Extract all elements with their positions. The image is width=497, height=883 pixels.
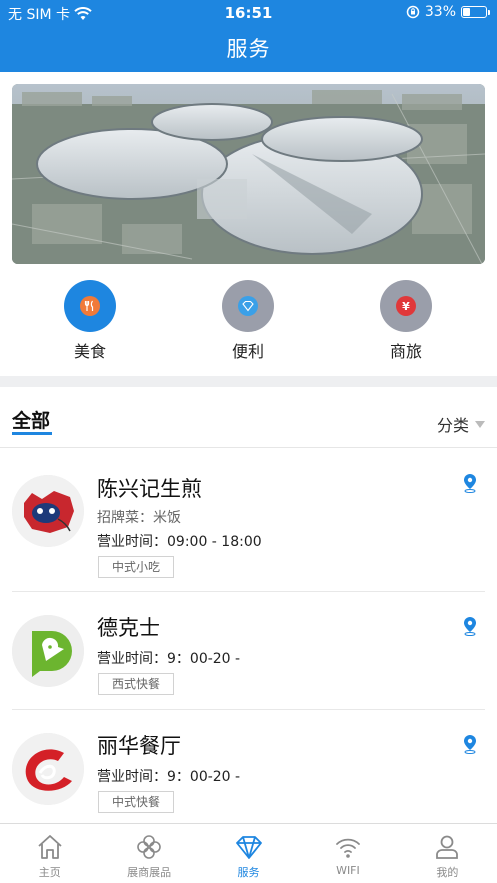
classify-dropdown[interactable]: 分类 [437, 412, 485, 436]
section-divider [0, 376, 497, 387]
location-pin-icon[interactable] [463, 473, 477, 493]
tab-label: WIFI [336, 864, 360, 877]
cuisine-tag: 中式快餐 [98, 791, 175, 813]
battery-icon [461, 6, 490, 18]
restaurant-name: 德克士 [97, 616, 160, 640]
battery-fill [463, 8, 470, 16]
business-hours: 营业时间：09:00 - 18:00 [97, 534, 262, 550]
bottom-tab-bar: 主页 展商展品 服务 WIFI 我的 [0, 823, 497, 883]
tab-service[interactable]: 服务 [199, 824, 298, 883]
yen-icon: ¥ [396, 296, 416, 316]
category-travel[interactable]: ¥ 商旅 [356, 280, 456, 362]
banner-image[interactable] [12, 84, 485, 264]
tab-all-underline [12, 432, 52, 435]
cat-circle-food [64, 280, 116, 332]
cuisine-tag: 中式小吃 [98, 556, 175, 578]
business-hours: 营业时间：9：00-20 - [97, 769, 241, 785]
page-title: 服务 [226, 37, 271, 61]
category-label: 商旅 [389, 342, 422, 361]
tab-label: 服务 [237, 866, 260, 879]
tab-exhibitors[interactable]: 展商展品 [99, 824, 198, 883]
chevron-down-icon [475, 420, 485, 428]
restaurant-name: 陈兴记生煎 [97, 477, 202, 501]
cat-circle-travel: ¥ [380, 280, 432, 332]
category-convenience[interactable]: 便利 [198, 280, 298, 362]
battery-percent: 33% [424, 4, 456, 20]
pig-logo-icon [12, 475, 84, 547]
filter-row: 全部 分类 [0, 398, 497, 448]
cat-circle-convenience [222, 280, 274, 332]
top-bar: 无 SIM 卡 16:51 33% 服务 [0, 0, 497, 72]
list-item[interactable]: 丽华餐厅 营业时间：9：00-20 - 中式快餐 [12, 710, 485, 828]
dicos-logo-icon [12, 615, 84, 687]
lihua-logo-icon [12, 733, 84, 805]
cuisine-tag: 西式快餐 [98, 673, 175, 695]
restaurant-logo [12, 615, 84, 687]
tab-mine[interactable]: 我的 [398, 824, 497, 883]
fork-knife-icon [80, 296, 100, 316]
location-pin-icon[interactable] [463, 616, 477, 636]
classify-label: 分类 [436, 416, 469, 435]
category-row: 美食 便利 ¥ 商旅 [0, 280, 497, 364]
tab-all[interactable]: 全部 [12, 406, 50, 433]
status-bar: 无 SIM 卡 16:51 33% [0, 0, 497, 26]
restaurant-name: 丽华餐厅 [97, 734, 181, 758]
wifi-icon [336, 838, 360, 858]
user-icon [436, 835, 459, 859]
flower-icon [137, 835, 161, 859]
tab-label: 主页 [38, 866, 61, 879]
category-label: 便利 [231, 342, 264, 361]
tab-wifi[interactable]: WIFI [298, 824, 397, 883]
category-food[interactable]: 美食 [40, 280, 140, 362]
business-hours: 营业时间：9：00-20 - [97, 651, 241, 667]
status-right: 33% [406, 4, 490, 20]
tab-label: 我的 [436, 866, 459, 879]
restaurant-logo [12, 475, 84, 547]
signature-dish: 招牌菜：米饭 [97, 510, 181, 526]
exhibition-center-photo [12, 84, 485, 264]
category-label: 美食 [73, 342, 106, 361]
tab-home[interactable]: 主页 [0, 824, 99, 883]
tab-label: 展商展品 [127, 866, 172, 879]
diamond-icon [235, 836, 262, 859]
home-icon [38, 835, 62, 859]
list-item[interactable]: 陈兴记生煎 招牌菜：米饭 营业时间：09:00 - 18:00 中式小吃 [12, 449, 485, 592]
restaurant-logo [12, 733, 84, 805]
rotation-lock-icon [406, 5, 420, 19]
restaurant-list: 陈兴记生煎 招牌菜：米饭 营业时间：09:00 - 18:00 中式小吃 德克士 [0, 449, 497, 828]
list-item[interactable]: 德克士 营业时间：9：00-20 - 西式快餐 [12, 592, 485, 710]
location-pin-icon[interactable] [463, 734, 477, 754]
service-screen: 无 SIM 卡 16:51 33% 服务 美食 便利 ¥ 商旅 全部 分类 陈兴… [0, 0, 497, 883]
diamond-icon [238, 296, 258, 316]
